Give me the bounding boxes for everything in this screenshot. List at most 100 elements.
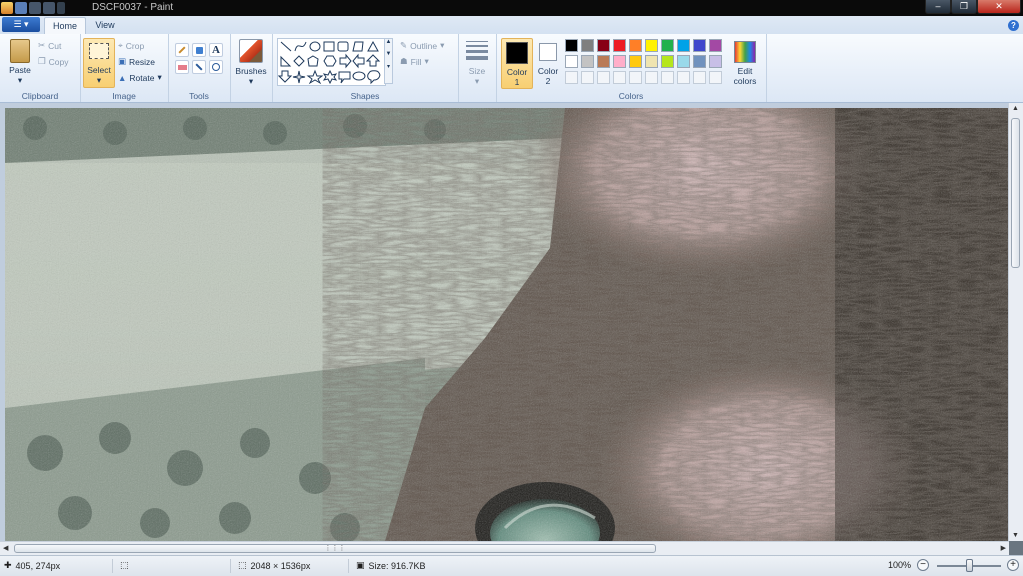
outline-button[interactable]: ✎ Outline ▾ [400,40,444,51]
custom-color-slot[interactable] [693,71,706,84]
copy-label: Copy [48,56,69,67]
scroll-right-icon[interactable]: ▶ [1001,544,1006,552]
text-tool-icon[interactable]: A [209,43,223,57]
palette-swatch[interactable] [709,55,722,68]
palette-swatch[interactable] [677,39,690,52]
scroll-left-icon[interactable]: ◀ [3,544,8,552]
image-group: Select ▾ ⌖ Crop ▣ Resize ▲ Rotate ▾ Image [80,34,169,102]
rect-callout-shape-icon [338,71,351,84]
image-canvas[interactable] [5,108,1008,541]
paste-button[interactable]: Paste ▾ [5,39,35,86]
palette-swatch[interactable] [581,39,594,52]
palette-swatch[interactable] [709,39,722,52]
color2-selector[interactable]: Color 2 [533,38,563,87]
custom-color-slot[interactable] [645,71,658,84]
shapes-gallery[interactable] [277,38,386,86]
ribbon-tab-strip [0,16,1023,35]
status-bar: ✚ 405, 274px ⬚ ⬚ 2048 × 1536px ▣ Size: 9… [0,555,1023,576]
palette-swatch[interactable] [693,55,706,68]
shapes-gallery-scroll[interactable]: ▲ ▼ ▾ [384,38,393,84]
redo-icon[interactable] [43,2,55,14]
zoom-out-button[interactable]: − [917,559,929,571]
color1-label-line2: 1 [514,77,520,87]
pencil-icon[interactable] [175,43,189,57]
zoom-in-button[interactable]: + [1007,559,1019,571]
crop-button[interactable]: ⌖ Crop [118,40,144,51]
canvas-area[interactable] [0,103,1023,541]
chevron-down-icon: ▾ [157,72,162,82]
custom-color-slot[interactable] [661,71,674,84]
size-button[interactable]: Size ▾ [462,39,492,87]
undo-icon[interactable] [29,2,41,14]
color1-selector[interactable]: Color 1 [501,38,533,89]
horizontal-scrollbar[interactable]: ◀ ⋮⋮⋮ ▶ [0,541,1009,556]
palette-swatch[interactable] [661,39,674,52]
chevron-up-icon: ▲ [385,39,392,45]
palette-swatch[interactable] [597,55,610,68]
rotate-button[interactable]: ▲ Rotate ▾ [118,72,162,83]
palette-swatch[interactable] [613,55,626,68]
customize-qat-icon[interactable] [57,2,65,14]
fill-bucket-icon[interactable] [192,43,206,57]
palette-swatch[interactable] [645,39,658,52]
palette-swatch[interactable] [677,55,690,68]
custom-color-slot[interactable] [597,71,610,84]
custom-color-slot[interactable] [565,71,578,84]
palette-swatch[interactable] [629,39,642,52]
cut-button[interactable]: ✂ Cut [38,40,61,51]
crop-label: Crop [125,40,145,51]
help-icon[interactable]: ? [1008,20,1019,31]
custom-color-slot[interactable] [709,71,722,84]
palette-swatch[interactable] [597,39,610,52]
vertical-scroll-thumb[interactable] [1011,118,1020,268]
clipboard-icon [10,39,30,63]
maximize-button[interactable]: ❐ [951,0,977,14]
custom-color-slot[interactable] [613,71,626,84]
magnifier-icon[interactable] [209,60,223,74]
rotate-icon: ▲ [118,72,127,83]
file-size-text: Size: 916.7KB [368,560,426,571]
window-title: DSCF0037 - Paint [92,2,174,13]
edit-colors-button[interactable]: Edit colors [730,38,760,87]
copy-button[interactable]: ❐ Copy [38,56,68,67]
resize-button[interactable]: ▣ Resize [118,56,155,67]
paint-menu-button[interactable]: ☰ ▾ [2,17,40,32]
palette-swatch[interactable] [565,55,578,68]
brushes-label: Brushes [235,66,267,76]
palette-swatch[interactable] [581,55,594,68]
paint-app-icon[interactable] [1,2,13,14]
brush-icon [239,39,263,63]
close-button[interactable]: ✕ [977,0,1021,14]
right-triangle-shape-icon [280,55,292,67]
eraser-icon[interactable] [175,60,189,74]
custom-color-slot[interactable] [629,71,642,84]
fill-button[interactable]: ☗ Fill ▾ [400,56,429,67]
palette-swatch[interactable] [661,55,674,68]
six-point-star-shape-icon [322,69,338,85]
palette-swatch[interactable] [613,39,626,52]
tab-view[interactable]: View [88,17,122,34]
selection-rect-icon [89,43,109,59]
tools-group: A Tools [168,34,231,102]
shapes-gallery-svg [277,40,381,85]
palette-swatch[interactable] [693,39,706,52]
custom-color-slot[interactable] [581,71,594,84]
save-icon[interactable] [15,2,27,14]
scroll-down-icon[interactable]: ▼ [1012,532,1019,539]
palette-swatch[interactable] [565,39,578,52]
palette-swatch[interactable] [645,55,658,68]
minimize-button[interactable]: – [925,0,951,14]
scroll-up-icon[interactable]: ▲ [1012,105,1019,112]
zoom-slider-thumb[interactable] [966,559,973,572]
palette-swatch[interactable] [629,55,642,68]
select-button[interactable]: Select ▾ [83,38,115,88]
vertical-scrollbar[interactable]: ▲ ▼ [1008,103,1023,541]
custom-color-slot[interactable] [677,71,690,84]
five-point-star-shape-icon [306,69,324,85]
tab-home[interactable]: Home [44,17,86,35]
horizontal-scroll-thumb[interactable]: ⋮⋮⋮ [14,544,656,553]
color-picker-icon[interactable] [192,60,206,74]
hexagon-shape-icon [323,55,337,67]
brushes-button[interactable]: Brushes ▾ [234,39,268,87]
curve-shape-icon [294,41,307,52]
